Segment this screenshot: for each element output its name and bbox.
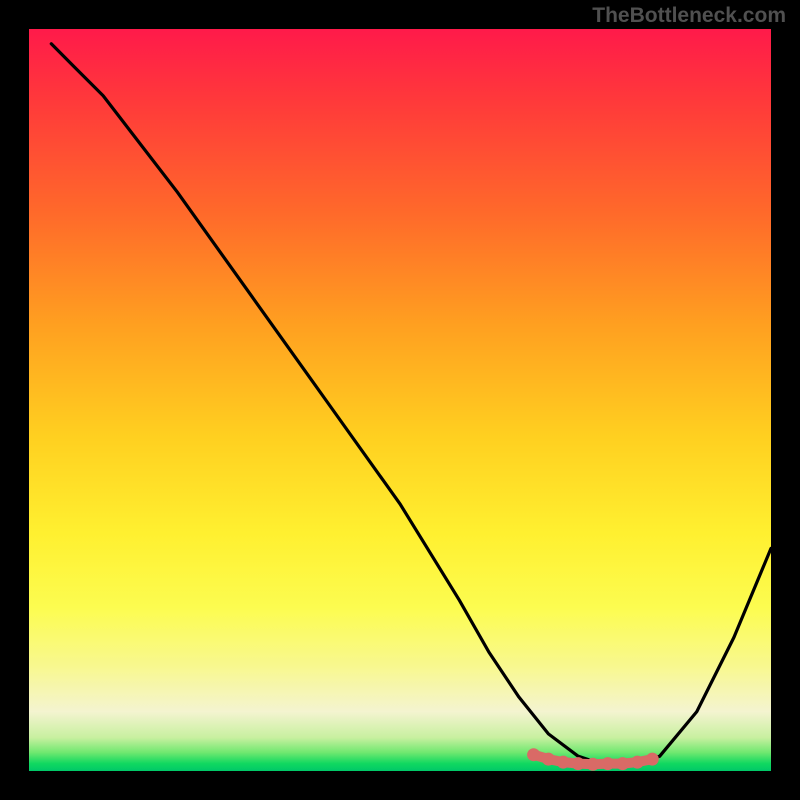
- watermark-text: TheBottleneck.com: [592, 4, 786, 28]
- marker-dot: [557, 756, 570, 769]
- chart-svg: [29, 29, 771, 771]
- optimal-range-markers: [527, 748, 659, 771]
- marker-dot: [572, 757, 585, 770]
- marker-dot: [631, 756, 644, 769]
- marker-dot: [527, 748, 540, 761]
- bottleneck-curve: [51, 44, 771, 764]
- plot-area: [29, 29, 771, 771]
- marker-dot: [542, 753, 555, 766]
- marker-dot: [586, 758, 599, 771]
- marker-dot: [646, 753, 659, 766]
- marker-dot: [616, 757, 629, 770]
- marker-dot: [601, 757, 614, 770]
